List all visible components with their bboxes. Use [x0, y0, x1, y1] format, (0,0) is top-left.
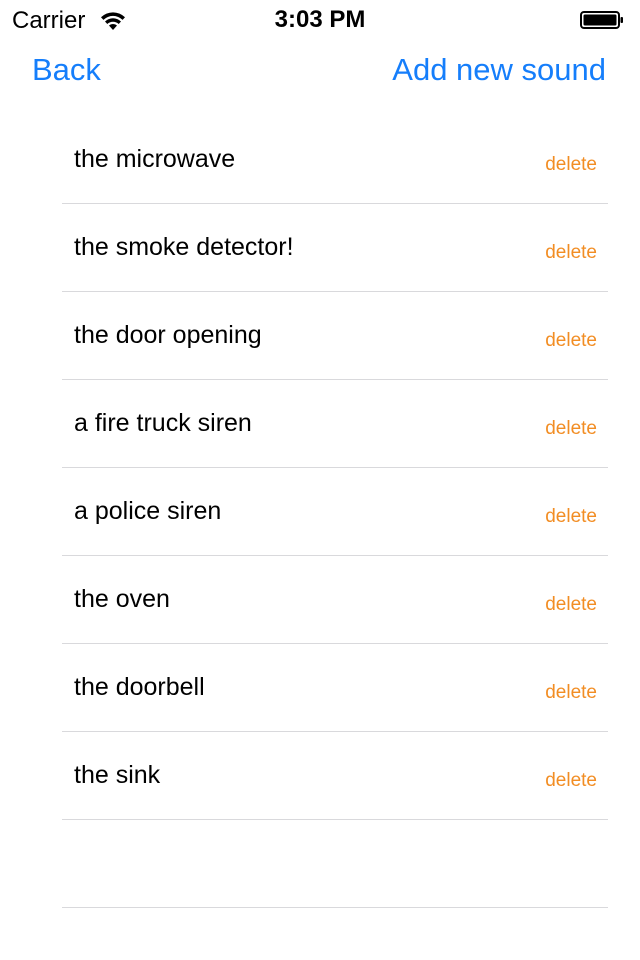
list-item[interactable]: the sink delete — [62, 732, 608, 820]
navigation-bar: Back Add new sound — [0, 40, 640, 102]
sound-list: the microwave delete the smoke detector! de… — [62, 116, 608, 908]
delete-button[interactable]: delete — [545, 682, 597, 704]
list-item[interactable]: the oven delete — [62, 556, 608, 644]
list-item[interactable]: the smoke detector! delete — [62, 204, 608, 292]
status-time: 3:03 PM — [274, 6, 366, 33]
sound-label: the sink — [74, 761, 161, 789]
sound-label: the doorbell — [74, 673, 205, 701]
battery-icon — [580, 11, 623, 29]
delete-button[interactable]: delete — [545, 418, 597, 440]
delete-button[interactable]: delete — [545, 330, 597, 352]
sound-label: a fire truck siren — [74, 409, 252, 437]
delete-button[interactable]: delete — [545, 594, 597, 616]
sound-label: the microwave — [74, 145, 236, 173]
sound-label: the smoke detector! — [74, 233, 294, 261]
list-item[interactable]: a fire truck siren delete — [62, 380, 608, 468]
screen: Carrier 3:03 PM Back Add new sound the m… — [0, 0, 640, 960]
sound-label: the door opening — [74, 321, 262, 349]
back-button[interactable]: Back — [32, 52, 101, 88]
add-new-sound-button[interactable]: Add new sound — [392, 52, 606, 88]
list-item[interactable]: the door opening delete — [62, 292, 608, 380]
status-bar: Carrier 3:03 PM — [0, 0, 640, 40]
delete-button[interactable]: delete — [545, 506, 597, 528]
list-item[interactable]: a police siren delete — [62, 468, 608, 556]
list-item[interactable]: the doorbell delete — [62, 644, 608, 732]
delete-button[interactable]: delete — [545, 242, 597, 264]
sound-label: a police siren — [74, 497, 222, 525]
list-item[interactable]: the microwave delete — [62, 116, 608, 204]
delete-button[interactable]: delete — [545, 154, 597, 176]
empty-list-row — [62, 820, 608, 908]
sound-label: the oven — [74, 585, 170, 613]
delete-button[interactable]: delete — [545, 770, 597, 792]
